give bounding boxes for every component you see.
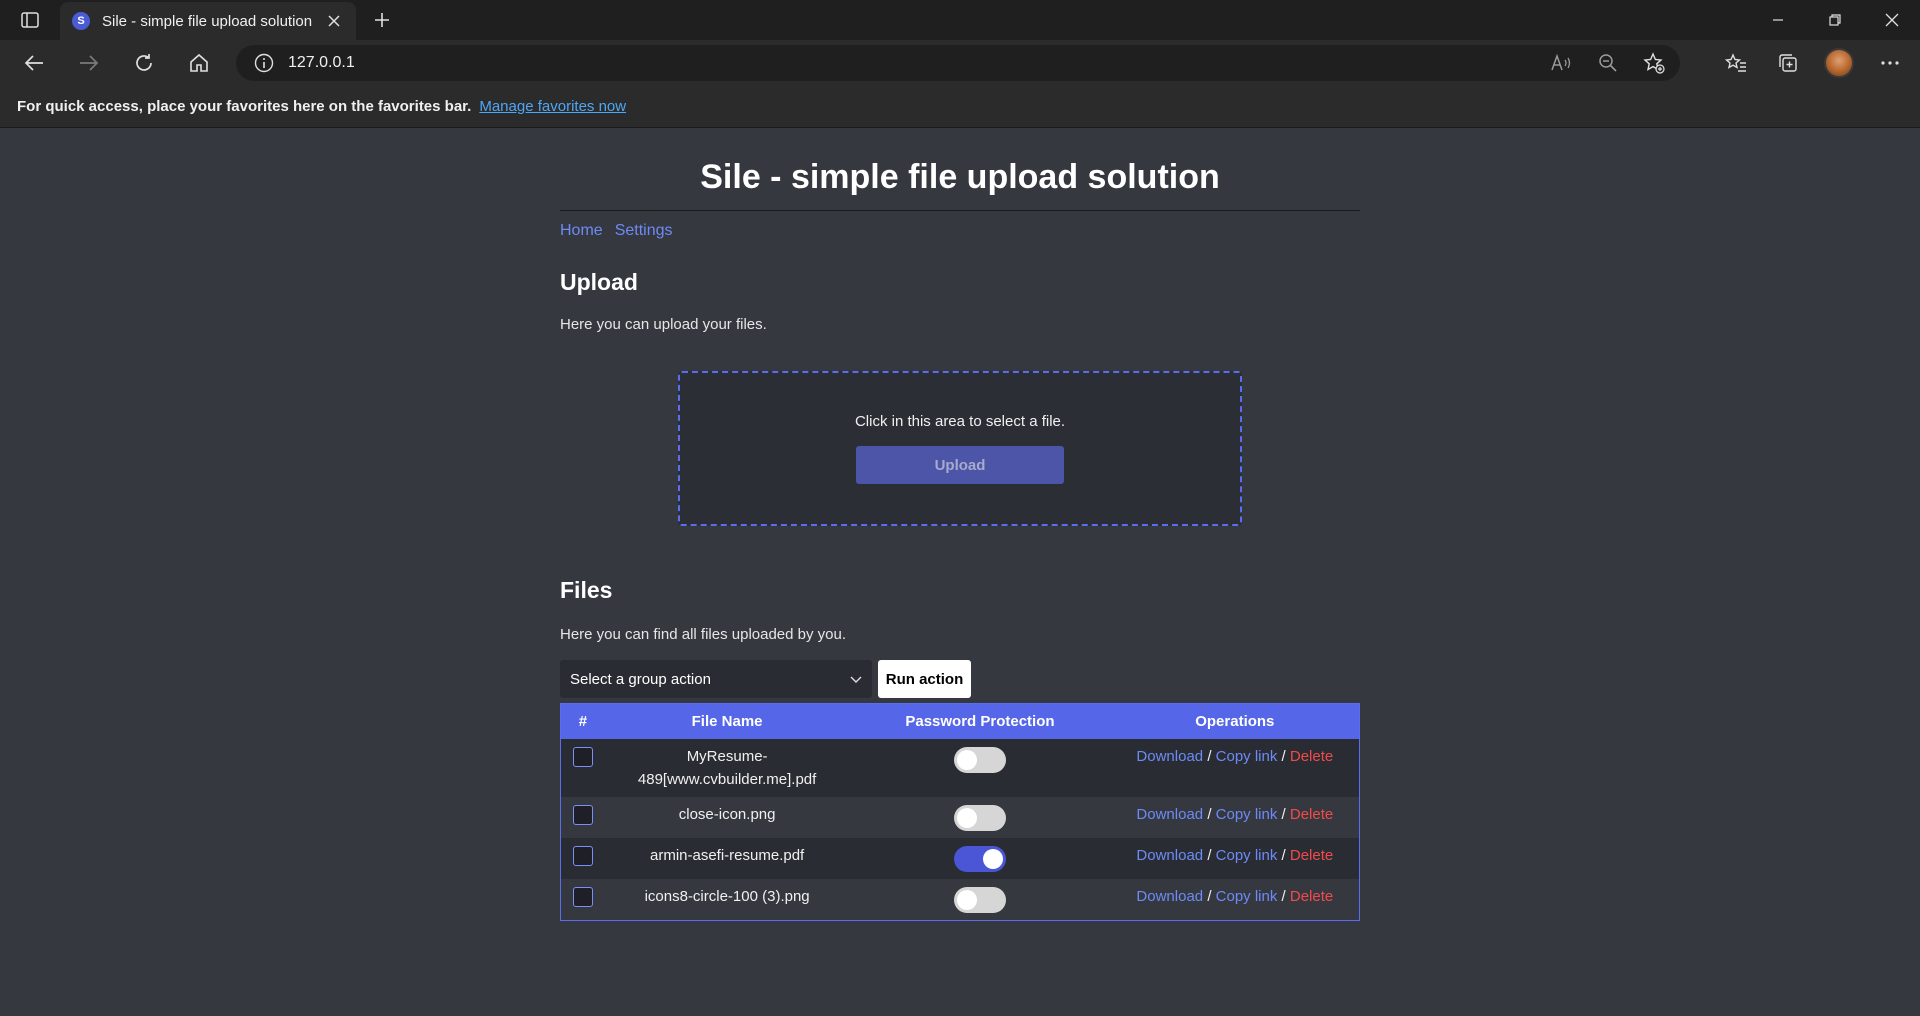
table-row: MyResume-489[www.cvbuilder.me].pdf Downl… xyxy=(561,739,1359,797)
table-header: # File Name Password Protection Operatio… xyxy=(561,704,1359,739)
restore-icon[interactable] xyxy=(1806,0,1863,40)
favorites-bar-text: For quick access, place your favorites h… xyxy=(17,98,472,115)
add-favorite-icon[interactable] xyxy=(1638,47,1670,79)
file-dropzone[interactable]: Click in this area to select a file. Upl… xyxy=(678,371,1242,526)
upload-button[interactable]: Upload xyxy=(856,446,1064,484)
password-toggle[interactable] xyxy=(954,805,1006,831)
password-toggle[interactable] xyxy=(954,747,1006,773)
browser-tab[interactable]: S Sile - simple file upload solution xyxy=(60,2,356,40)
password-toggle[interactable] xyxy=(954,887,1006,913)
col-header-index: # xyxy=(578,713,588,730)
minimize-icon[interactable] xyxy=(1749,0,1806,40)
main-menu: Home Settings xyxy=(560,222,1360,240)
col-header-operations: Operations xyxy=(1195,713,1275,730)
chevron-down-icon xyxy=(850,671,862,688)
menu-settings-link[interactable]: Settings xyxy=(615,222,673,240)
copy-link[interactable]: Copy link xyxy=(1216,847,1278,864)
file-name: MyResume-489[www.cvbuilder.me].pdf xyxy=(637,748,817,788)
favicon-icon: S xyxy=(72,12,90,30)
table-row: armin-asefi-resume.pdf Download / Copy l… xyxy=(561,838,1359,879)
run-action-button[interactable]: Run action xyxy=(878,660,971,698)
copy-link[interactable]: Copy link xyxy=(1216,806,1278,823)
row-checkbox[interactable] xyxy=(572,805,593,825)
upload-heading: Upload xyxy=(560,269,638,295)
col-header-filename: File Name xyxy=(691,713,763,730)
address-bar[interactable]: 127.0.0.1 xyxy=(236,45,1680,81)
row-checkbox[interactable] xyxy=(572,887,593,907)
files-table: # File Name Password Protection Operatio… xyxy=(560,703,1360,921)
file-name: close-icon.png xyxy=(678,806,776,823)
profile-avatar[interactable] xyxy=(1824,48,1854,78)
row-checkbox[interactable] xyxy=(572,846,593,866)
read-aloud-icon[interactable] xyxy=(1546,47,1578,79)
group-actions: Select a group action Run action xyxy=(560,660,1360,698)
favorites-icon[interactable] xyxy=(1720,47,1752,79)
more-options-icon[interactable] xyxy=(1874,47,1906,79)
collections-icon[interactable] xyxy=(1772,47,1804,79)
file-name: armin-asefi-resume.pdf xyxy=(650,847,805,864)
download-link[interactable]: Download xyxy=(1136,806,1203,823)
group-action-select[interactable]: Select a group action xyxy=(560,660,872,698)
forward-icon[interactable] xyxy=(71,47,107,79)
table-row: close-icon.png Download / Copy link / De… xyxy=(561,797,1359,838)
delete-link[interactable]: Delete xyxy=(1290,847,1333,864)
tab-actions-icon[interactable] xyxy=(14,8,46,32)
site-info-icon[interactable] xyxy=(246,45,282,81)
files-description: Here you can find all files uploaded by … xyxy=(560,626,847,643)
refresh-icon[interactable] xyxy=(126,47,162,79)
row-checkbox[interactable] xyxy=(572,747,593,767)
row-operations: Download / Copy link / Delete xyxy=(1136,847,1334,864)
row-operations: Download / Copy link / Delete xyxy=(1136,888,1334,905)
close-window-icon[interactable] xyxy=(1863,0,1920,40)
delete-link[interactable]: Delete xyxy=(1290,806,1333,823)
upload-description: Here you can upload your files. xyxy=(560,316,767,333)
delete-link[interactable]: Delete xyxy=(1290,888,1333,905)
group-action-selected: Select a group action xyxy=(570,670,711,688)
favorites-bar: For quick access, place your favorites h… xyxy=(0,86,1920,128)
download-link[interactable]: Download xyxy=(1136,888,1203,905)
download-link[interactable]: Download xyxy=(1136,748,1203,765)
manage-favorites-link[interactable]: Manage favorites now xyxy=(479,98,626,115)
table-row: icons8-circle-100 (3).png Download / Cop… xyxy=(561,879,1359,920)
copy-link[interactable]: Copy link xyxy=(1216,888,1278,905)
home-icon[interactable] xyxy=(181,47,217,79)
delete-link[interactable]: Delete xyxy=(1290,748,1333,765)
tab-title: Sile - simple file upload solution xyxy=(102,12,313,30)
close-tab-icon[interactable] xyxy=(324,11,344,31)
back-icon[interactable] xyxy=(16,47,52,79)
page-title: Sile - simple file upload solution xyxy=(560,160,1360,211)
menu-home-link[interactable]: Home xyxy=(560,222,603,240)
zoom-out-icon[interactable] xyxy=(1592,47,1624,79)
col-header-password: Password Protection xyxy=(905,713,1055,730)
file-name: icons8-circle-100 (3).png xyxy=(644,888,810,905)
browser-tab-bar: S Sile - simple file upload solution xyxy=(0,0,1920,40)
new-tab-icon[interactable] xyxy=(368,6,396,34)
browser-nav-bar: 127.0.0.1 xyxy=(0,40,1920,86)
copy-link[interactable]: Copy link xyxy=(1216,748,1278,765)
files-heading: Files xyxy=(560,577,613,603)
download-link[interactable]: Download xyxy=(1136,847,1203,864)
row-operations: Download / Copy link / Delete xyxy=(1136,806,1334,823)
password-toggle[interactable] xyxy=(954,846,1006,872)
dropzone-text: Click in this area to select a file. xyxy=(854,413,1066,430)
row-operations: Download / Copy link / Delete xyxy=(1136,748,1334,765)
page-container: Sile - simple file upload solution Home … xyxy=(560,128,1360,921)
url-text: 127.0.0.1 xyxy=(288,54,355,71)
